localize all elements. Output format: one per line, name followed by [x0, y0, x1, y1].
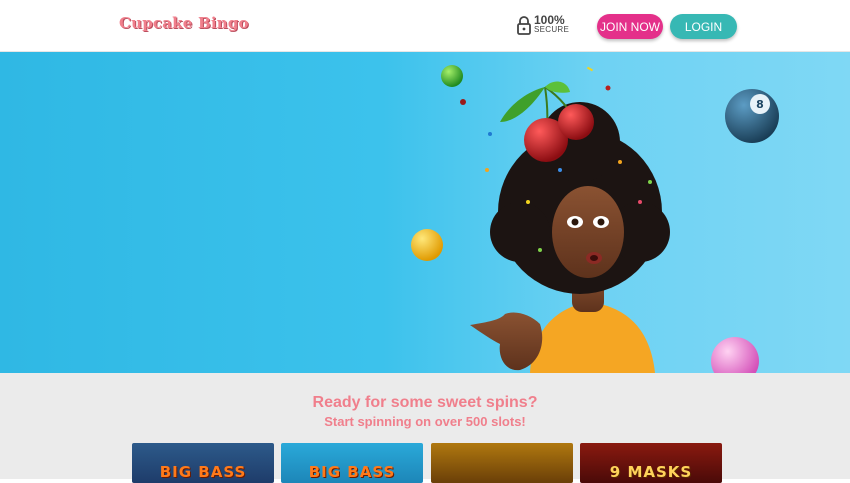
promo-subheadline: Start spinning on over 500 slots! [324, 414, 526, 429]
svg-text:8: 8 [756, 98, 764, 111]
promo-headline: Ready for some sweet spins? [312, 394, 538, 411]
bingo-ball-icon: 8 [725, 89, 779, 143]
login-button[interactable]: LOGIN [670, 14, 737, 39]
game-title: BIG BASS [159, 463, 247, 481]
site-header: Cupcake Bingo 100% SECURE JOIN NOW LOGIN [0, 0, 850, 52]
game-title: BIG BASS [308, 463, 396, 481]
game-tile-9-masks[interactable]: 9 MASKS [580, 443, 722, 483]
secure-badge: 100% SECURE [517, 13, 570, 35]
face [552, 186, 624, 278]
lock-icon [517, 16, 531, 35]
game-title: 9 MASKS [609, 463, 693, 481]
shirt [530, 302, 655, 373]
site-logo[interactable]: Cupcake Bingo [119, 14, 249, 32]
thumb-hand [470, 312, 543, 371]
hero-banner[interactable]: 8 [0, 52, 850, 373]
secure-label: SECURE [534, 25, 570, 34]
pink-ball [711, 337, 759, 373]
join-now-button[interactable]: JOIN NOW [597, 14, 663, 39]
promo-section: Ready for some sweet spins? Start spinni… [0, 373, 850, 483]
yellow-ball [411, 229, 443, 261]
secure-percent: 100% [534, 13, 565, 27]
game-tile-big-bass-2[interactable]: BIG BASS [281, 443, 423, 483]
hero-illustration: 8 [411, 65, 779, 373]
game-tile-big-bass-1[interactable]: BIG BASS [132, 443, 274, 483]
green-ball [441, 65, 463, 87]
game-tile-3[interactable] [431, 443, 573, 483]
